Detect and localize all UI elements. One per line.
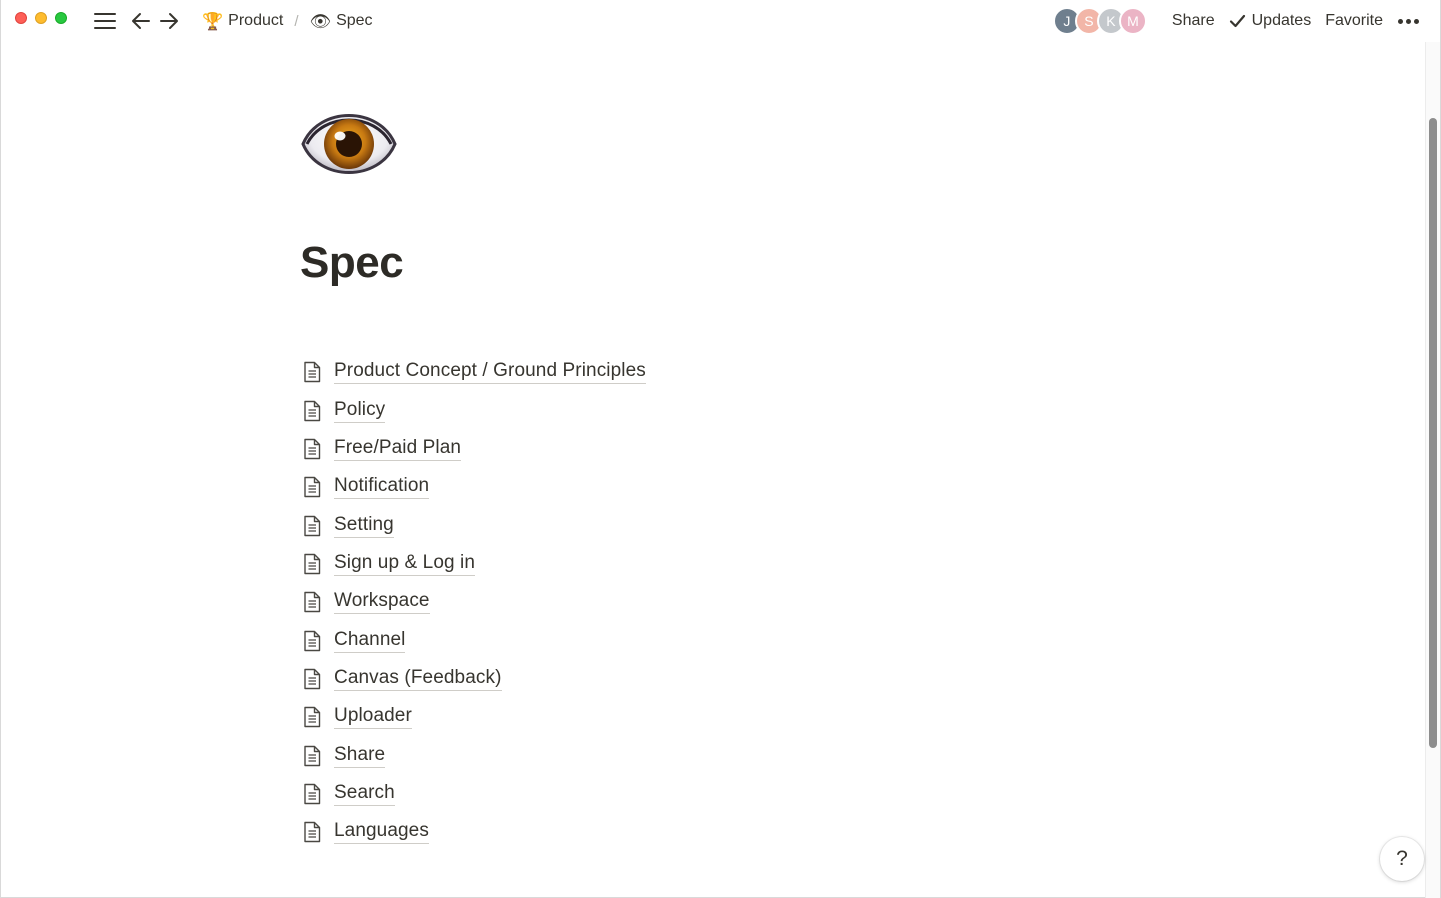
- subpage-title: Setting: [334, 514, 394, 538]
- subpage-title: Sign up & Log in: [334, 552, 476, 576]
- eye-icon[interactable]: [301, 104, 397, 182]
- subpage-title: Channel: [334, 629, 406, 653]
- sidebar-toggle-button[interactable]: [93, 9, 117, 33]
- document-icon: [304, 783, 321, 805]
- document-icon: [304, 707, 321, 728]
- minimize-window-button[interactable]: [35, 12, 47, 24]
- eye-icon: 👁: [309, 11, 332, 31]
- subpage-title: Policy: [334, 399, 386, 423]
- subpage-title: Canvas (Feedback): [334, 667, 502, 691]
- share-button[interactable]: Share: [1165, 12, 1222, 30]
- document-icon: [304, 515, 321, 536]
- trophy-icon: 🏆: [202, 11, 224, 31]
- document-icon: [304, 745, 321, 766]
- subpage-title: Share: [334, 744, 386, 768]
- checkmark-icon: [1229, 14, 1245, 28]
- scrollbar-track[interactable]: [1425, 42, 1440, 898]
- help-button[interactable]: ?: [1380, 837, 1424, 881]
- document-icon: [304, 668, 321, 690]
- document-icon: [304, 592, 321, 613]
- subpage-item[interactable]: Product Concept / Ground Principles: [301, 353, 1001, 391]
- subpage-title: Product Concept / Ground Principles: [334, 360, 646, 385]
- top-bar: 🏆 Product / 👁 Spec J S K M Share Updates…: [1, 0, 1441, 42]
- subpage-item[interactable]: Sign up & Log in: [301, 545, 1001, 583]
- subpage-title: Languages: [334, 820, 429, 845]
- document-icon: [304, 553, 321, 575]
- collaborator-avatars[interactable]: J S K M: [1052, 7, 1147, 35]
- breadcrumb-label: Spec: [336, 12, 373, 29]
- subpage-item[interactable]: Notification: [301, 468, 1001, 506]
- subpage-item[interactable]: Share: [301, 736, 1001, 774]
- more-options-button[interactable]: [1390, 18, 1425, 24]
- more-dots-icon: [1398, 18, 1403, 24]
- updates-button[interactable]: Updates: [1222, 12, 1319, 30]
- favorite-button[interactable]: Favorite: [1318, 12, 1390, 30]
- subpage-item[interactable]: Channel: [301, 621, 1001, 659]
- subpage-item[interactable]: Languages: [301, 813, 1001, 851]
- subpage-title: Search: [334, 782, 395, 806]
- avatar[interactable]: M: [1118, 7, 1147, 35]
- subpage-item[interactable]: Canvas (Feedback): [301, 660, 1001, 698]
- breadcrumb-label: Product: [228, 12, 284, 29]
- breadcrumb-product[interactable]: 🏆 Product: [199, 12, 286, 30]
- document-icon: [304, 822, 321, 843]
- traffic-lights: [15, 12, 67, 24]
- document-icon: [304, 630, 321, 651]
- scrollbar-thumb[interactable]: [1429, 118, 1437, 748]
- breadcrumb-separator: /: [294, 12, 299, 30]
- subpage-title: Uploader: [334, 705, 412, 730]
- breadcrumb-spec[interactable]: 👁 Spec: [306, 12, 375, 30]
- app-window: 🏆 Product / 👁 Spec J S K M Share Updates…: [0, 0, 1441, 898]
- hamburger-icon: [94, 13, 116, 29]
- more-dots-icon: [1406, 18, 1411, 24]
- arrow-right-icon: [160, 13, 178, 29]
- subpage-item[interactable]: Setting: [301, 506, 1001, 544]
- back-button[interactable]: [129, 9, 153, 33]
- subpage-title: Free/Paid Plan: [334, 437, 462, 461]
- close-window-button[interactable]: [15, 12, 27, 24]
- favorite-label: Favorite: [1325, 12, 1383, 29]
- document-icon: [304, 361, 321, 383]
- arrow-left-icon: [132, 13, 150, 29]
- document-icon: [304, 477, 321, 498]
- breadcrumb: 🏆 Product / 👁 Spec: [199, 9, 376, 33]
- forward-button[interactable]: [157, 9, 181, 33]
- subpage-item[interactable]: Free/Paid Plan: [301, 430, 1001, 468]
- subpage-item[interactable]: Workspace: [301, 583, 1001, 621]
- topbar-actions: J S K M Share Updates Favorite: [1052, 7, 1425, 35]
- more-dots-icon: [1414, 18, 1419, 24]
- share-label: Share: [1171, 12, 1215, 29]
- subpage-title: Notification: [334, 475, 430, 500]
- subpage-item[interactable]: Policy: [301, 391, 1001, 429]
- subpage-list: Product Concept / Ground Principles Poli…: [301, 353, 1001, 851]
- subpage-item[interactable]: Search: [301, 775, 1001, 813]
- zoom-window-button[interactable]: [55, 12, 67, 24]
- subpage-title: Workspace: [334, 590, 430, 615]
- page-title[interactable]: Spec: [300, 238, 404, 288]
- document-icon: [304, 400, 321, 421]
- document-icon: [304, 438, 321, 460]
- subpage-item[interactable]: Uploader: [301, 698, 1001, 736]
- updates-label: Updates: [1251, 12, 1312, 29]
